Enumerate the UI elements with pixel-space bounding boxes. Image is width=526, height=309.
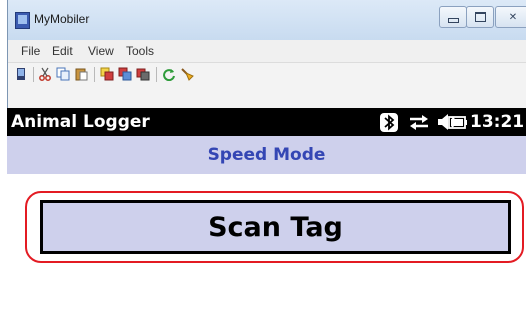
scan-tag-button[interactable]: Scan Tag: [40, 200, 511, 254]
device-icon[interactable]: [14, 67, 28, 81]
window-title: MyMobiler: [34, 12, 90, 26]
toolbar-separator: [94, 67, 95, 82]
minimize-icon: [447, 18, 459, 23]
menu-view[interactable]: View: [88, 44, 114, 58]
menu-file[interactable]: File: [21, 44, 40, 58]
close-icon: ✕: [508, 11, 518, 23]
mymobiler-app-icon: [15, 12, 30, 29]
toolbar-separator: [33, 67, 34, 82]
maximize-button[interactable]: [466, 6, 494, 28]
copy-icon[interactable]: [56, 67, 70, 81]
copy-to-device-icon[interactable]: [100, 67, 114, 81]
device-status-bar: Animal Logger 13:21: [7, 108, 526, 136]
menu-tools[interactable]: Tools: [126, 44, 154, 58]
status-time: 13:21: [470, 112, 525, 132]
toolbar: [8, 63, 526, 85]
clean-icon[interactable]: [180, 67, 194, 81]
close-button[interactable]: ✕: [495, 6, 526, 28]
sync-icon: [410, 115, 428, 130]
refresh-icon[interactable]: [162, 67, 176, 81]
device-screen: Animal Logger 13:21 Speed Mode Scan Tag: [7, 108, 526, 309]
mode-header: Speed Mode: [7, 136, 526, 174]
cut-icon[interactable]: [38, 67, 52, 81]
paste-icon[interactable]: [74, 67, 88, 81]
menu-bar: File Edit View Tools: [8, 40, 526, 63]
maximize-icon: [474, 12, 486, 22]
bluetooth-icon: [380, 113, 398, 132]
app-name: Animal Logger: [11, 112, 150, 132]
toolbar-separator: [156, 67, 157, 82]
menu-edit[interactable]: Edit: [52, 44, 73, 58]
copy-from-device-icon[interactable]: [118, 67, 132, 81]
minimize-button[interactable]: [439, 6, 467, 28]
battery-icon: [448, 116, 467, 129]
mode-title: Speed Mode: [207, 145, 326, 165]
screenshot-icon[interactable]: [136, 67, 150, 81]
title-bar[interactable]: MyMobiler ✕: [8, 0, 526, 40]
